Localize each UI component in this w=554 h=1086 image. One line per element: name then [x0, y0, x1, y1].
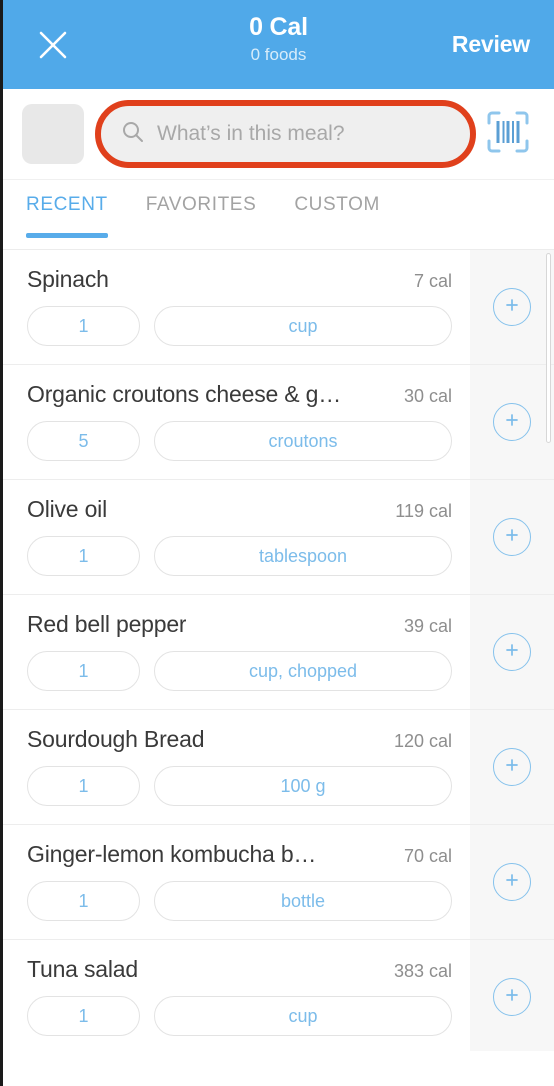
- food-row-main: Sourdough Bread 120 cal 1 100 g: [3, 710, 470, 825]
- food-row-main: Ginger-lemon kombucha b… 70 cal 1 bottle: [3, 825, 470, 940]
- food-row-controls: 1 cup, chopped: [27, 651, 452, 691]
- unit-selector[interactable]: tablespoon: [154, 536, 452, 576]
- food-name: Ginger-lemon kombucha b…: [27, 841, 317, 867]
- food-name: Tuna salad: [27, 956, 138, 982]
- quantity-stepper[interactable]: 1: [27, 881, 140, 921]
- food-row-controls: 5 croutons: [27, 421, 452, 461]
- add-cell: [470, 710, 554, 825]
- add-cell: [470, 595, 554, 710]
- app-header: 0 Cal 0 foods Review: [3, 0, 554, 89]
- food-row-header: Sourdough Bread 120 cal: [27, 726, 452, 753]
- plus-icon: [503, 296, 521, 319]
- add-cell: [470, 250, 554, 365]
- tab-custom[interactable]: CUSTOM: [294, 194, 380, 238]
- search-input[interactable]: [157, 122, 450, 146]
- add-food-button[interactable]: [493, 748, 531, 786]
- food-row-header: Spinach 7 cal: [27, 266, 452, 293]
- food-row-controls: 1 tablespoon: [27, 536, 452, 576]
- food-row-main: Spinach 7 cal 1 cup: [3, 250, 470, 365]
- tab-bar: RECENT FAVORITES CUSTOM: [3, 180, 554, 250]
- food-name: Sourdough Bread: [27, 726, 205, 752]
- table-row[interactable]: Sourdough Bread 120 cal 1 100 g: [3, 710, 554, 825]
- unit-selector[interactable]: cup: [154, 306, 452, 346]
- food-row-controls: 1 cup: [27, 996, 452, 1036]
- plus-icon: [503, 756, 521, 779]
- food-name: Organic croutons cheese & g…: [27, 381, 342, 407]
- food-row-main: Olive oil 119 cal 1 tablespoon: [3, 480, 470, 595]
- quantity-stepper[interactable]: 1: [27, 651, 140, 691]
- add-food-button[interactable]: [493, 978, 531, 1016]
- food-list[interactable]: Spinach 7 cal 1 cup Organic croutons che…: [3, 250, 554, 1081]
- search-icon: [121, 120, 145, 149]
- food-row-main: Red bell pepper 39 cal 1 cup, chopped: [3, 595, 470, 710]
- unit-selector[interactable]: croutons: [154, 421, 452, 461]
- food-calories: 70 cal: [403, 846, 452, 866]
- quantity-stepper[interactable]: 5: [27, 421, 140, 461]
- add-food-button[interactable]: [493, 518, 531, 556]
- food-name: Red bell pepper: [27, 611, 187, 637]
- food-calories: 30 cal: [403, 386, 452, 406]
- meal-photo-placeholder[interactable]: [22, 104, 84, 164]
- list-bottom-strip: [3, 1051, 554, 1081]
- close-icon: [36, 28, 70, 62]
- quantity-stepper[interactable]: 1: [27, 306, 140, 346]
- search-box[interactable]: [101, 104, 470, 164]
- table-row[interactable]: Ginger-lemon kombucha b… 70 cal 1 bottle: [3, 825, 554, 940]
- barcode-scan-icon: [484, 108, 532, 161]
- food-logging-screen: 0 Cal 0 foods Review What’s in this meal…: [0, 0, 554, 1086]
- plus-icon: [503, 871, 521, 894]
- food-calories: 119 cal: [395, 501, 452, 521]
- quantity-stepper[interactable]: 1: [27, 536, 140, 576]
- food-name: Olive oil: [27, 496, 108, 522]
- food-row-main: Organic croutons cheese & g… 30 cal 5 cr…: [3, 365, 470, 480]
- quantity-stepper[interactable]: 1: [27, 766, 140, 806]
- food-calories: 383 cal: [393, 961, 452, 981]
- food-row-header: Organic croutons cheese & g… 30 cal: [27, 381, 452, 408]
- table-row[interactable]: Red bell pepper 39 cal 1 cup, chopped: [3, 595, 554, 710]
- barcode-scan-button[interactable]: [481, 107, 535, 161]
- food-row-main: Tuna salad 383 cal 1 cup: [3, 940, 470, 1055]
- table-row[interactable]: Tuna salad 383 cal 1 cup: [3, 940, 554, 1055]
- search-wrapper: [95, 100, 476, 168]
- food-calories: 39 cal: [403, 616, 452, 636]
- search-row: [3, 89, 554, 180]
- add-food-button[interactable]: [493, 633, 531, 671]
- plus-icon: [503, 986, 521, 1009]
- food-calories: 7 cal: [413, 271, 452, 291]
- food-name: Spinach: [27, 266, 109, 292]
- unit-selector[interactable]: cup: [154, 996, 452, 1036]
- add-cell: [470, 365, 554, 480]
- add-cell: [470, 825, 554, 940]
- add-cell: [470, 480, 554, 595]
- unit-selector[interactable]: cup, chopped: [154, 651, 452, 691]
- food-row-header: Red bell pepper 39 cal: [27, 611, 452, 638]
- table-row[interactable]: Olive oil 119 cal 1 tablespoon: [3, 480, 554, 595]
- plus-icon: [503, 641, 521, 664]
- close-button[interactable]: [25, 17, 81, 73]
- food-row-controls: 1 cup: [27, 306, 452, 346]
- add-cell: [470, 940, 554, 1055]
- add-food-button[interactable]: [493, 863, 531, 901]
- add-food-button[interactable]: [493, 288, 531, 326]
- table-row[interactable]: Organic croutons cheese & g… 30 cal 5 cr…: [3, 365, 554, 480]
- tab-favorites[interactable]: FAVORITES: [146, 194, 257, 238]
- plus-icon: [503, 411, 521, 434]
- unit-selector[interactable]: bottle: [154, 881, 452, 921]
- unit-selector[interactable]: 100 g: [154, 766, 452, 806]
- review-button[interactable]: Review: [450, 25, 532, 64]
- food-row-controls: 1 bottle: [27, 881, 452, 921]
- food-row-header: Ginger-lemon kombucha b… 70 cal: [27, 841, 452, 868]
- food-row-header: Tuna salad 383 cal: [27, 956, 452, 983]
- table-row[interactable]: Spinach 7 cal 1 cup: [3, 250, 554, 365]
- quantity-stepper[interactable]: 1: [27, 996, 140, 1036]
- food-row-controls: 1 100 g: [27, 766, 452, 806]
- tab-recent[interactable]: RECENT: [26, 194, 108, 238]
- food-row-header: Olive oil 119 cal: [27, 496, 452, 523]
- plus-icon: [503, 526, 521, 549]
- add-food-button[interactable]: [493, 403, 531, 441]
- food-calories: 120 cal: [393, 731, 452, 751]
